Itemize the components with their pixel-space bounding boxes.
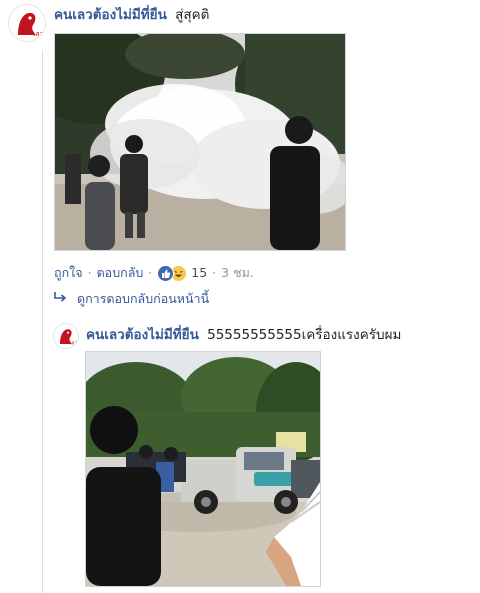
avatar[interactable]: เลว — [53, 323, 79, 349]
comment-text: สู่สุคติ — [175, 7, 210, 23]
avatar-text: เลว — [70, 342, 77, 347]
avatar-text: เลว — [33, 30, 44, 38]
thread-line — [42, 50, 43, 593]
reply-comment: คนเลวต้องไม่มีที่ยืน 55555555555เครื่องแ… — [86, 326, 401, 344]
comment-timestamp[interactable]: 3 ชม. — [221, 264, 254, 282]
separator-dot: · — [148, 265, 153, 280]
like-reaction-icon — [157, 264, 175, 282]
previous-replies-label: ดูการตอบกลับก่อนหน้านี้ — [77, 291, 210, 306]
comment-actions: ถูกใจ · ตอบกลับ · 15 · 3 ชม. — [54, 264, 254, 282]
reply-link[interactable]: ตอบกลับ — [97, 264, 144, 282]
reply-arrow-icon — [54, 290, 67, 308]
separator-dot: · — [87, 265, 92, 280]
comment-photo-truck[interactable] — [85, 351, 321, 587]
separator-dot: · — [212, 265, 217, 280]
comment-text: 55555555555เครื่องแรงครับผม — [207, 327, 402, 343]
view-previous-replies-link[interactable]: ดูการตอบกลับก่อนหน้านี้ — [54, 290, 209, 308]
reaction-summary[interactable]: 15 — [157, 264, 207, 282]
reaction-count: 15 — [191, 265, 208, 280]
main-comment: คนเลวต้องไม่มีที่ยืน สู่สุคติ — [54, 6, 209, 24]
comment-author[interactable]: คนเลวต้องไม่มีที่ยืน — [86, 327, 199, 343]
comment-photo-smoke[interactable] — [54, 33, 346, 251]
like-link[interactable]: ถูกใจ — [54, 264, 83, 282]
comment-author[interactable]: คนเลวต้องไม่มีที่ยืน — [54, 7, 167, 23]
avatar[interactable]: เลว — [8, 4, 46, 42]
